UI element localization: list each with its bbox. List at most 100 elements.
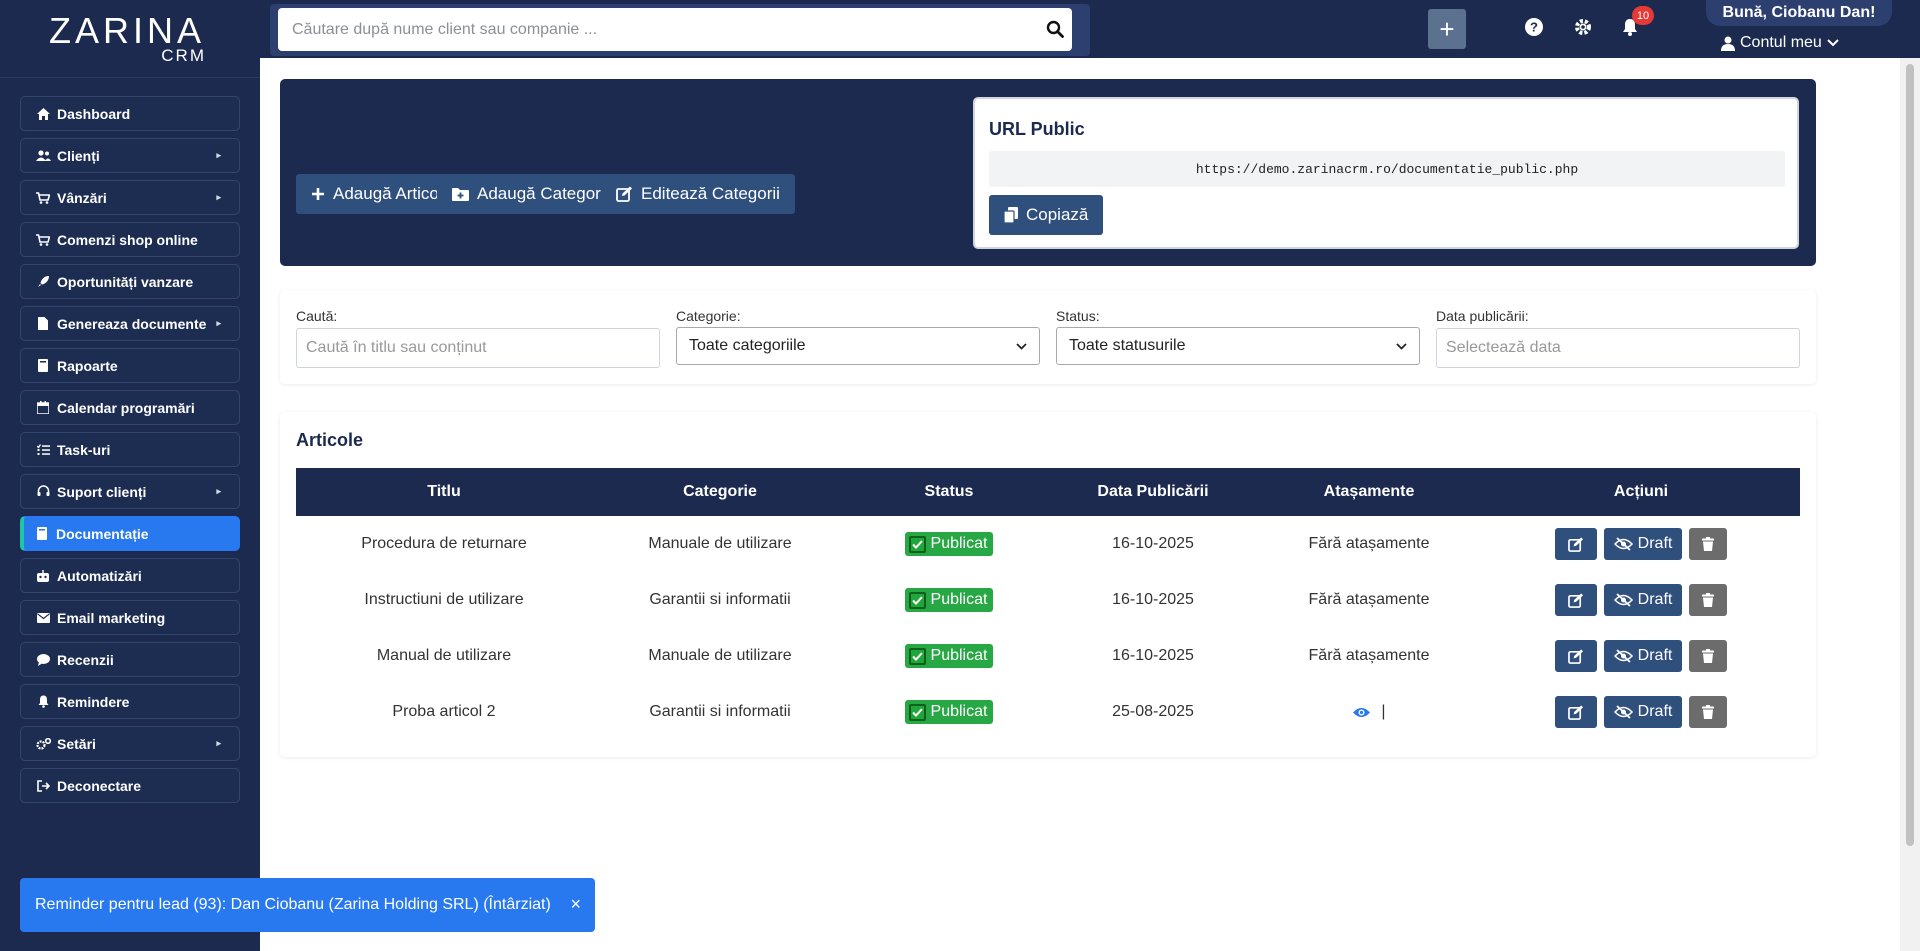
sidebar-item-dashboard[interactable]: Dashboard	[20, 96, 240, 131]
sidebar-item-label: Suport clienți	[57, 483, 147, 500]
draft-button[interactable]: Draft	[1603, 696, 1683, 728]
delete-article-button[interactable]	[1689, 640, 1728, 672]
sidebar-item-documentatie[interactable]: Documentație	[20, 516, 240, 551]
sidebar-item-label: Recenzii	[57, 651, 114, 668]
sidebar-item-deconectare[interactable]: Deconectare	[20, 768, 240, 803]
article-attachments: |	[1381, 703, 1386, 720]
article-date: 16-10-2025	[1112, 535, 1194, 552]
attachments-cell: |	[1256, 703, 1482, 721]
column-header[interactable]: Atașamente	[1256, 483, 1482, 501]
comment-icon	[35, 653, 51, 666]
sidebar-item-remindere[interactable]: Remindere	[20, 684, 240, 719]
category-filter-select[interactable]: Toate categoriile	[676, 327, 1040, 365]
quick-add-button[interactable]: +	[1428, 9, 1466, 49]
sidebar-item-label: Deconectare	[57, 777, 142, 794]
gear-icon[interactable]	[1573, 17, 1593, 37]
edit-icon	[1567, 536, 1583, 552]
search-filter-placeholder: Caută în titlu sau conținut	[306, 339, 487, 356]
search-input[interactable]	[278, 8, 1072, 51]
sidebar-item-label: Remindere	[57, 693, 130, 710]
add-category-label: Adaugă Categorie	[477, 184, 615, 203]
documentation-header: Adaugă Articol Adaugă Categorie Editează…	[280, 79, 1816, 266]
eye-icon[interactable]	[1352, 706, 1371, 719]
rocket-icon	[35, 275, 51, 288]
page-scrollbar[interactable]	[1900, 58, 1920, 951]
delete-article-button[interactable]	[1689, 696, 1728, 728]
delete-article-button[interactable]	[1689, 528, 1728, 560]
topbar: + ? 10 Bună, Ciobanu Dan! Contul meu	[260, 0, 1920, 58]
edit-article-button[interactable]	[1554, 584, 1597, 616]
sidebar-item-recenzii[interactable]: Recenzii	[20, 642, 240, 677]
envelope-icon	[35, 612, 51, 623]
category-filter-label: Categorie:	[676, 308, 741, 324]
caret-right-icon: ▸	[216, 738, 221, 748]
account-menu[interactable]: Contul meu	[1721, 34, 1839, 52]
sidebar-item-oportunitati[interactable]: Oportunități vanzare	[20, 264, 240, 299]
copy-url-button[interactable]: Copiază	[989, 195, 1104, 235]
sidebar-item-label: Genereaza documente	[57, 315, 207, 332]
add-article-button[interactable]: Adaugă Articol	[296, 174, 458, 214]
delete-article-button[interactable]	[1689, 584, 1728, 616]
date-filter-placeholder: Selectează data	[1446, 339, 1561, 356]
edit-article-button[interactable]	[1554, 528, 1597, 560]
draft-button[interactable]: Draft	[1603, 640, 1683, 672]
sidebar-item-comenzi-shop[interactable]: Comenzi shop online	[20, 222, 240, 257]
logo[interactable]: ZARINA CRM	[0, 0, 260, 78]
articles-table: Titlu Categorie Status Data Publicării A…	[296, 468, 1800, 740]
edit-categories-button[interactable]: Editează Categorii	[601, 174, 795, 214]
sidebar-item-label: Documentație	[56, 525, 149, 542]
edit-article-button[interactable]	[1554, 640, 1597, 672]
column-header[interactable]: Data Publicării	[1050, 483, 1256, 501]
sidebar-item-calendar[interactable]: Calendar programări	[20, 390, 240, 425]
public-url-value[interactable]: https://demo.zarinacrm.ro/documentatie_p…	[989, 151, 1785, 187]
sidebar-item-setari[interactable]: Setări ▸	[20, 726, 240, 761]
help-icon[interactable]: ?	[1524, 17, 1544, 37]
check-icon	[908, 647, 926, 665]
draft-label: Draft	[1637, 535, 1673, 552]
chevron-down-icon	[1396, 342, 1407, 350]
edit-icon	[1567, 648, 1583, 664]
edit-article-button[interactable]	[1554, 696, 1597, 728]
article-date: 16-10-2025	[1112, 647, 1194, 664]
search-filter-label: Caută:	[296, 308, 338, 324]
sidebar-item-label: Rapoarte	[57, 357, 118, 374]
sidebar-item-email-marketing[interactable]: Email marketing	[20, 600, 240, 635]
search-container	[270, 4, 1090, 56]
column-header[interactable]: Categorie	[592, 483, 848, 501]
sidebar-item-rapoarte[interactable]: Rapoarte	[20, 348, 240, 383]
column-header[interactable]: Titlu	[296, 483, 592, 501]
articles-panel: Articole Titlu Categorie Status Data Pub…	[280, 412, 1816, 757]
article-date: 16-10-2025	[1112, 591, 1194, 608]
sidebar-item-automatizari[interactable]: Automatizări	[20, 558, 240, 593]
search-filter-input[interactable]: Caută în titlu sau conținut	[296, 328, 660, 368]
caret-right-icon: ▸	[216, 150, 221, 160]
table-row: Manual de utilizare Manuale de utilizare…	[296, 628, 1800, 684]
filters-panel: Caută: Caută în titlu sau conținut Categ…	[280, 290, 1816, 384]
cogs-icon	[35, 737, 51, 750]
article-attachments: Fără atașamente	[1308, 591, 1430, 608]
close-icon[interactable]: ×	[570, 894, 581, 915]
sidebar-item-genereaza-documente[interactable]: Genereaza documente ▸	[20, 306, 240, 341]
scrollbar-thumb[interactable]	[1906, 64, 1914, 846]
sidebar-item-label: Email marketing	[57, 609, 166, 626]
draft-label: Draft	[1637, 647, 1673, 664]
sidebar-item-task-uri[interactable]: Task-uri	[20, 432, 240, 467]
table-row: Proba articol 2 Garantii si informatii P…	[296, 684, 1800, 740]
sidebar-item-suport-clienti[interactable]: Suport clienți ▸	[20, 474, 240, 509]
draft-button[interactable]: Draft	[1603, 584, 1683, 616]
user-icon	[1721, 36, 1735, 51]
chevron-down-icon	[1016, 342, 1027, 350]
articles-title: Articole	[296, 430, 364, 450]
search-icon[interactable]	[1046, 20, 1064, 38]
book-icon	[34, 527, 50, 540]
status-text: Publicat	[930, 647, 988, 664]
sidebar-item-vanzari[interactable]: Vânzări ▸	[20, 180, 240, 215]
sidebar-item-clienti[interactable]: Clienți ▸	[20, 138, 240, 173]
category-filter-value: Toate categoriile	[689, 337, 806, 354]
draft-button[interactable]: Draft	[1603, 528, 1683, 560]
status-filter-select[interactable]: Toate statusurile	[1056, 327, 1420, 365]
column-header[interactable]: Status	[848, 483, 1050, 501]
date-filter-input[interactable]: Selectează data	[1436, 328, 1800, 368]
tasks-icon	[35, 443, 51, 456]
check-icon	[908, 591, 926, 609]
